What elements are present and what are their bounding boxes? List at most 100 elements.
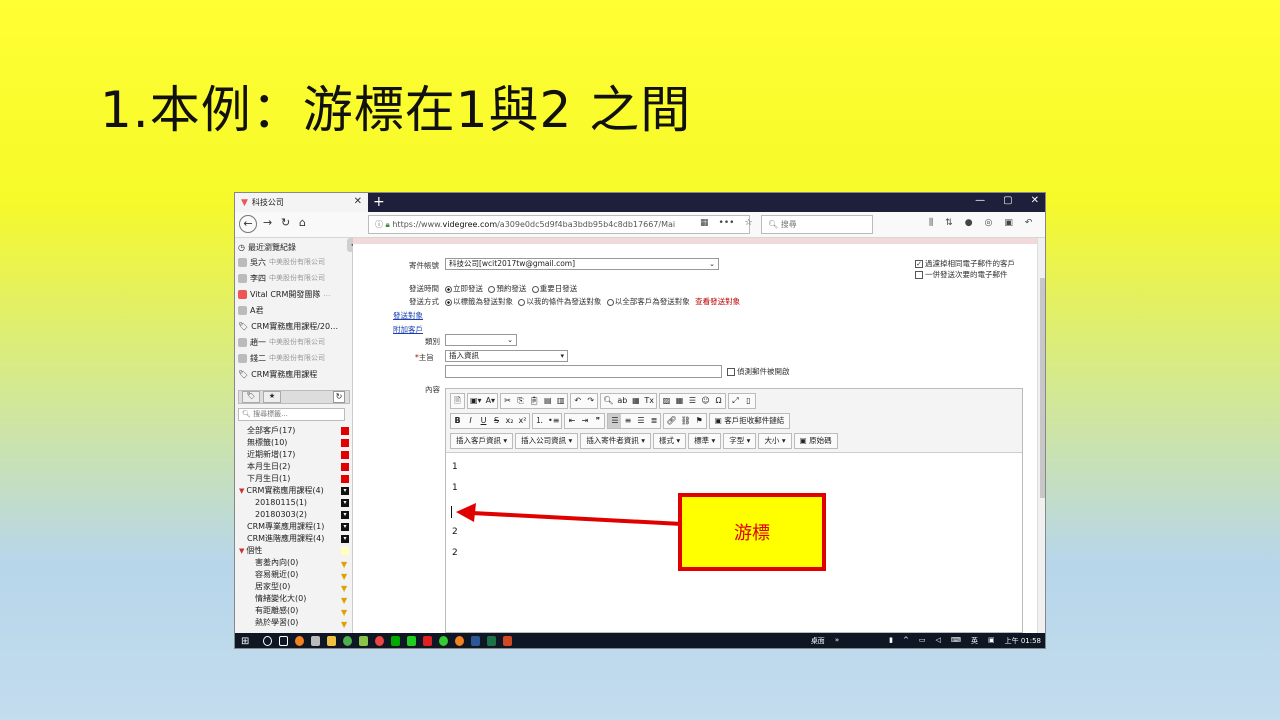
attach-customer-link[interactable]: 附加客戶 [393,324,423,335]
underline-icon[interactable]: U [477,414,490,428]
radio-icon[interactable] [518,298,526,306]
recent-item[interactable]: 趙一 中美股份有限公司 [238,335,325,349]
italic-icon[interactable]: I [464,414,477,428]
paste-word-icon[interactable]: ▥ [554,394,567,408]
tag-item[interactable]: 有距離感(0) ▼ [255,605,347,617]
recent-item[interactable]: Vital CRM開發團隊… [238,287,330,301]
search-input[interactable]: 🔍︎ 搜尋 [761,215,873,234]
text-color-icon[interactable]: A▾ [484,394,498,408]
refresh-tags-icon[interactable]: ↻ [333,391,345,403]
send-time-option[interactable]: 預約發送 [496,284,526,293]
chrome-icon[interactable] [343,636,352,646]
table-icon[interactable]: ▦ [673,394,686,408]
forward-icon[interactable]: → [263,216,272,229]
clear-format-icon[interactable]: Tx [642,394,656,408]
tag-group[interactable]: ▼ CRM實務應用課程(4) ▾ [239,485,349,497]
tag-item[interactable]: 下月生日(1) [247,473,349,485]
radio-icon[interactable] [531,285,539,293]
send-once-option[interactable]: 一併發送次要的電子郵件 [915,269,1008,280]
tag-item[interactable]: 居家型(0) ▼ [255,581,347,593]
align-center-icon[interactable]: ≡ [621,414,634,428]
hr-icon[interactable]: ☰ [686,394,699,408]
recent-item[interactable]: 吳六 中美股份有限公司 [238,255,325,269]
send-time-option[interactable]: 重要日發送 [540,284,578,293]
tag-tab-icon[interactable]: 🏷︎ [242,391,260,403]
style-dropdown[interactable]: 樣式 ▾ [652,433,687,449]
bookmark-star-icon[interactable]: ☆ [744,218,752,228]
task-view-icon[interactable] [279,636,288,646]
firefox-active-icon[interactable] [455,636,464,646]
indent-icon[interactable]: ⇥ [578,414,591,428]
subject-insert-select[interactable]: 插入資訊 ▾ [445,350,568,362]
align-right-icon[interactable]: ☰ [634,414,647,428]
keyboard-icon[interactable]: ⌨ [951,636,961,646]
recent-item[interactable]: 🏷︎ CRM實務應用課程/20… [238,319,338,333]
tag-item[interactable]: CRM專業應用課程(1) ▾ [247,521,349,533]
reader-icon[interactable]: ▣ [1004,218,1013,228]
ime-indicator[interactable]: 英 [971,636,978,646]
scroll-thumb[interactable] [1040,278,1045,498]
clock[interactable]: 上午 01:58 [1005,636,1041,646]
checkbox-icon[interactable] [727,368,735,376]
explorer-icon[interactable] [311,636,320,646]
recent-item[interactable]: 李四 中美股份有限公司 [238,271,325,285]
paste-icon[interactable]: 📋︎ [527,394,541,408]
tag-item[interactable]: 無標籤(10) [247,437,349,449]
sender-select[interactable]: 科技公司[wcit2017tw@gmail.com] ⌄ [445,258,719,270]
tag-item[interactable]: 情緒變化大(0) ▼ [255,593,347,605]
source-button[interactable]: ▣ 原始碼 [793,433,838,449]
view-recipients-link[interactable]: 查看發送對象 [695,297,740,306]
main-scrollbar[interactable] [1037,238,1045,633]
tag-item[interactable]: 全部客戶(17) [247,425,349,437]
justify-icon[interactable]: ≣ [647,414,660,428]
chrome-icon[interactable] [375,636,384,646]
undo-icon[interactable]: ↶ [1025,218,1033,228]
excel-icon[interactable] [487,636,496,646]
expand-icon[interactable]: ▼ [239,487,244,495]
send-method-option[interactable]: 以全部客戶為發送對象 [615,297,690,306]
folder-icon[interactable] [327,636,336,646]
send-time-option[interactable]: 立即發送 [453,284,483,293]
find-icon[interactable]: 🔍︎ [601,394,615,408]
chrome-icon[interactable] [439,636,448,646]
back-icon[interactable]: ← [239,215,257,233]
numbered-list-icon[interactable]: ⒈ [533,414,546,428]
library-icon[interactable]: ⫼ [929,218,933,228]
category-select[interactable]: ⌄ [445,334,517,346]
recent-item[interactable]: 🏷︎ CRM實務應用課程 [238,367,317,381]
expand-icon[interactable]: ▼ [239,547,244,555]
insert-customer-dropdown[interactable]: 插入客戶資訊 ▾ [450,433,514,449]
desktop-toolbar[interactable]: 桌面 [811,636,825,646]
blocks-icon[interactable]: ▯ [742,394,755,408]
copy-icon[interactable]: ⎘ [514,394,527,408]
chat-icon[interactable]: ● [965,218,973,228]
smiley-icon[interactable]: ☺ [699,394,712,408]
new-tab-button[interactable]: + [373,194,385,210]
menu-icon[interactable]: ≡ [1044,218,1045,228]
close-tab-icon[interactable]: ✕ [354,196,362,207]
recent-item[interactable]: 錢二 中美股份有限公司 [238,351,325,365]
template-icon[interactable]: 🗎 [451,394,464,408]
format-dropdown[interactable]: 標準 ▾ [688,433,722,449]
anchor-icon[interactable]: ⚑ [693,414,706,428]
unlink-icon[interactable]: ⛓ [679,414,693,428]
tag-search-input[interactable]: 🔍︎ 搜尋標籤... [238,408,345,421]
special-char-icon[interactable]: Ω [712,394,725,408]
send-method-option[interactable]: 以我的條件為發送對象 [526,297,601,306]
tag-item[interactable]: 20180303(2) ▾ [255,509,349,521]
close-window-icon[interactable]: ✕ [1031,195,1039,206]
recent-item[interactable]: A君 [238,303,263,317]
subscript-icon[interactable]: x₂ [503,414,516,428]
tag-item[interactable]: 害羞內向(0) ▼ [255,557,347,569]
bullet-list-icon[interactable]: •≡ [546,414,561,428]
tag-item[interactable]: 熱於學習(0) ▼ [255,617,347,629]
bg-color-icon[interactable]: ▣▾ [468,394,484,408]
minimize-icon[interactable]: — [975,195,985,206]
app-icon[interactable] [359,636,368,646]
browser-tab[interactable]: ▼ 科技公司 ✕ [235,193,368,212]
tag-group[interactable]: ▼ 個性 [239,545,349,557]
tag-item[interactable]: 近期新增(17) [247,449,349,461]
notification-icon[interactable]: ▣ [988,636,995,646]
checkbox-checked-icon[interactable]: ✓ [915,260,923,268]
insert-company-dropdown[interactable]: 插入公司資訊 ▾ [515,433,579,449]
